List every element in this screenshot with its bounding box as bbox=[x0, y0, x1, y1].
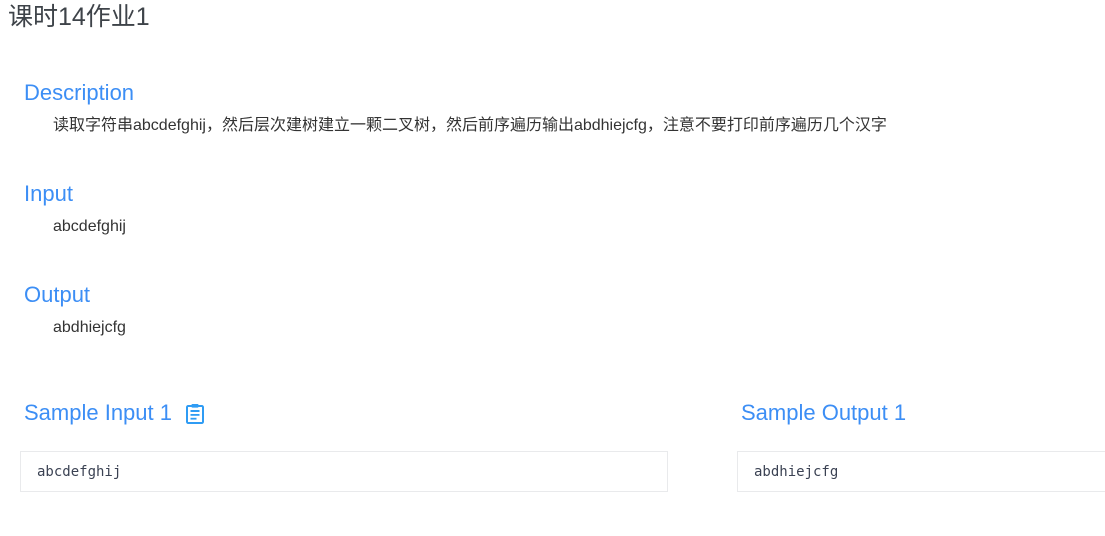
section-body-output: abdhiejcfg bbox=[53, 319, 126, 336]
section-description: Description 读取字符串abcdefghij，然后层次建树建立一颗二叉… bbox=[24, 78, 887, 138]
sample-output-box[interactable]: abdhiejcfg bbox=[737, 451, 1105, 492]
sample-output-section: Sample Output 1 abdhiejcfg bbox=[737, 398, 1105, 492]
sample-output-heading: Sample Output 1 bbox=[737, 398, 1105, 428]
sample-output-heading-label: Sample Output 1 bbox=[741, 400, 907, 425]
sample-input-box[interactable]: abcdefghij bbox=[20, 451, 668, 492]
section-heading-description: Description bbox=[24, 80, 135, 105]
section-body-description: 读取字符串abcdefghij，然后层次建树建立一颗二叉树，然后前序遍历输出ab… bbox=[53, 117, 887, 134]
sample-input-heading: Sample Input 1 bbox=[20, 398, 668, 428]
sample-input-heading-label: Sample Input 1 bbox=[24, 400, 172, 425]
section-output: Output abdhiejcfg bbox=[24, 280, 126, 340]
section-body-input: abcdefghij bbox=[53, 218, 126, 235]
section-heading-output: Output bbox=[24, 282, 91, 307]
clipboard-copy-icon[interactable] bbox=[185, 403, 204, 424]
sample-input-section: Sample Input 1 abcdefghij bbox=[20, 398, 668, 492]
page-title: 课时14作业1 bbox=[8, 3, 150, 31]
section-heading-input: Input bbox=[24, 181, 73, 206]
sample-output-text: abdhiejcfg bbox=[754, 463, 839, 480]
problem-page: 课时14作业1 Description 读取字符串abcdefghij，然后层次… bbox=[0, 0, 1105, 536]
section-input: Input abcdefghij bbox=[24, 179, 126, 239]
sample-input-text: abcdefghij bbox=[37, 463, 122, 480]
